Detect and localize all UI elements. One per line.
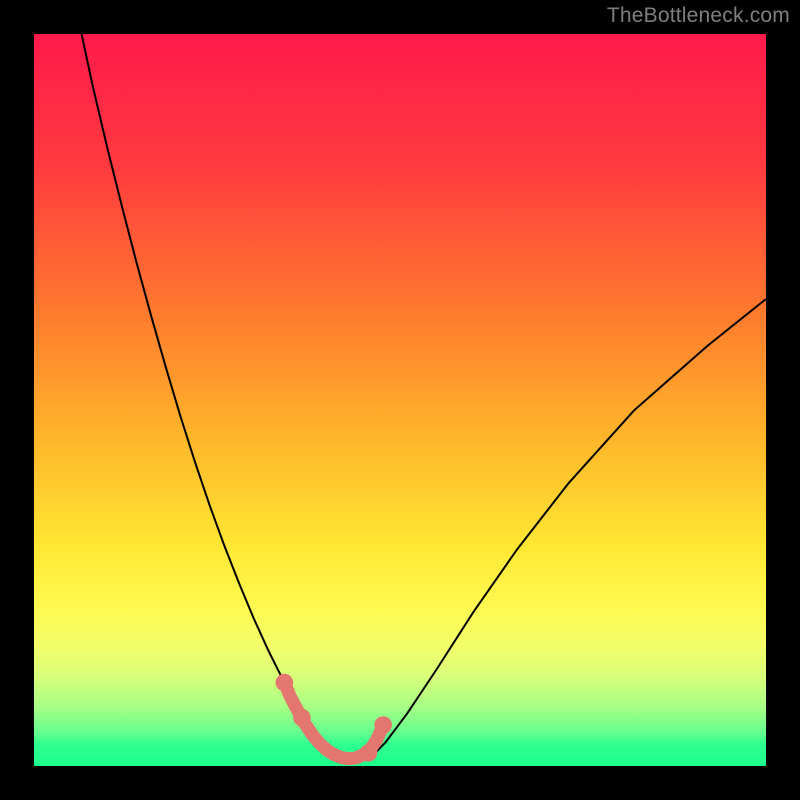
gradient-background [34, 34, 766, 766]
dot-right-upper [374, 716, 392, 734]
plot-area [34, 34, 766, 766]
watermark-text: TheBottleneck.com [607, 4, 790, 28]
dot-right-lower [360, 744, 378, 762]
dot-left-upper [276, 674, 294, 692]
dot-left-lower [293, 709, 311, 727]
plot-svg [34, 34, 766, 766]
chart-frame: TheBottleneck.com [0, 0, 800, 800]
